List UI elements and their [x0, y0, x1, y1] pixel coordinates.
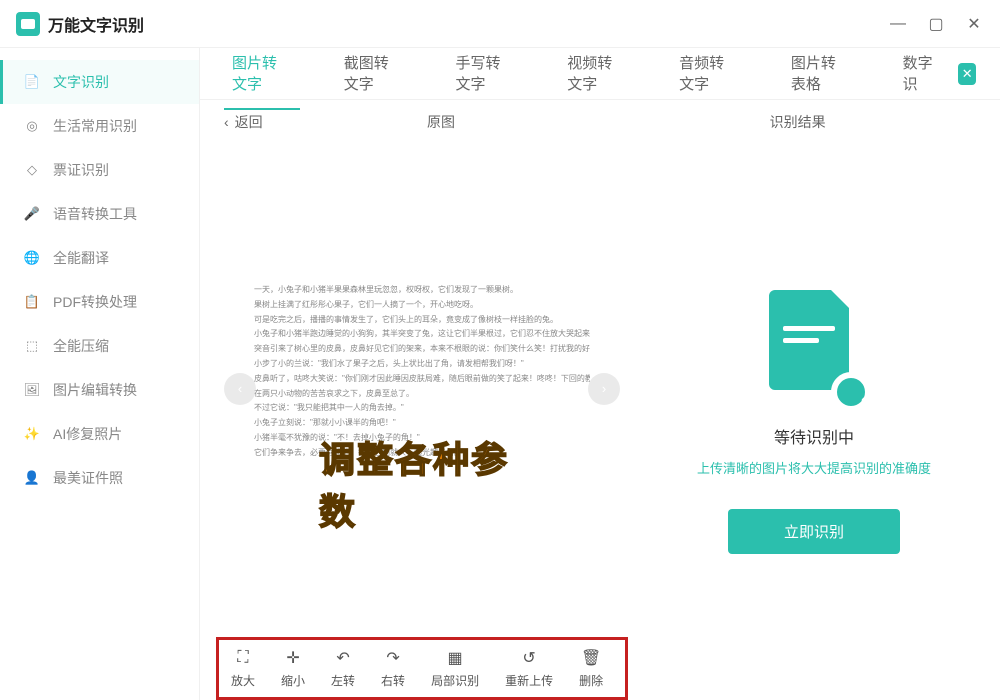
document-line: 小兔子立刻说："那就小小课半的角吧！" — [254, 417, 590, 430]
recognize-button[interactable]: 立即识别 — [728, 509, 900, 554]
tool-label: 缩小 — [281, 672, 305, 689]
reupload-button[interactable]: ↺ 重新上传 — [505, 648, 553, 689]
back-label: 返回 — [235, 112, 263, 132]
reupload-icon: ↺ — [519, 648, 539, 668]
app-title: 万能文字识别 — [48, 12, 144, 36]
crop-icon: ▦ — [445, 648, 465, 668]
tool-label: 右转 — [381, 672, 405, 689]
delete-button[interactable]: 🗑 删除 — [579, 648, 603, 689]
tool-label: 删除 — [579, 672, 603, 689]
zoom-out-icon: ✛ — [283, 648, 303, 668]
document-line: 它们争来争去，必要假想的，都想它们就人一起光趣了角。 — [254, 447, 590, 460]
tab-audio-to-text[interactable]: 音频转文字 — [671, 38, 747, 110]
document-line: 皮鼻听了，咕咚大笑说："你们刚才因此睡因皮肤局难，随后眼前做的笑了起来！咚咚！下… — [254, 373, 590, 386]
document-line: 果树上挂满了红彤彤心果子，它们一人摘了一个，开心地吃呀。 — [254, 299, 590, 312]
document-line: 小猪半毫不犹豫的说："不！去掉小兔子的角！" — [254, 432, 590, 445]
rotate-left-icon: ↶ — [333, 648, 353, 668]
sidebar: 📄 文字识别 ◎ 生活常用识别 ◇ 票证识别 🎤 语音转换工具 🌐 全能翻译 📋… — [0, 48, 200, 700]
tab-video-to-text[interactable]: 视频转文字 — [559, 38, 635, 110]
sidebar-item-label: PDF转换处理 — [53, 292, 137, 312]
sidebar-item-ticket-recognition[interactable]: ◇ 票证识别 — [0, 148, 199, 192]
sidebar-item-life-recognition[interactable]: ◎ 生活常用识别 — [0, 104, 199, 148]
next-image-button[interactable]: › — [588, 373, 620, 405]
tabs: 图片转文字 截图转文字 手写转文字 视频转文字 音频转文字 图片转表格 数字识 … — [200, 48, 1000, 100]
sidebar-item-label: 全能翻译 — [53, 248, 109, 268]
tab-screenshot-to-text[interactable]: 截图转文字 — [336, 38, 412, 110]
zoom-out-button[interactable]: ✛ 缩小 — [281, 648, 305, 689]
app-logo — [16, 12, 40, 36]
sidebar-item-label: AI修复照片 — [53, 424, 122, 444]
sidebar-item-ai-photo[interactable]: ✨ AI修复照片 — [0, 412, 199, 456]
tab-number-recognition[interactable]: 数字识 — [895, 38, 947, 110]
preview-toolbar: ⛶ 放大 ✛ 缩小 ↶ 左转 ↷ 右转 ▦ 局部识别 ↺ 重新上传 🗑 删除 — [231, 648, 613, 689]
sidebar-item-label: 全能压缩 — [53, 336, 109, 356]
chevron-left-icon: ‹ — [224, 114, 229, 130]
translate-icon: 🌐 — [23, 249, 41, 267]
sidebar-item-id-photo[interactable]: 👤 最美证件照 — [0, 456, 199, 500]
rotate-left-button[interactable]: ↶ 左转 — [331, 648, 355, 689]
zoom-in-icon: ⛶ — [233, 648, 253, 668]
tab-close-button[interactable]: ✕ — [958, 63, 976, 85]
document-preview: 一天，小兔子和小猪半果果森林里玩忽忽，权呀权，它们发现了一颗果树。果树上挂满了红… — [242, 144, 602, 482]
ai-photo-icon: ✨ — [23, 425, 41, 443]
image-edit-icon: 🖼 — [23, 381, 41, 399]
maximize-button[interactable]: ▢ — [926, 14, 946, 34]
id-photo-icon: 👤 — [23, 469, 41, 487]
document-line: 突音引来了树心里的皮鼻，皮鼻好见它们的架来，本来不根眼的说：你们笑什么笑！打扰我… — [254, 343, 590, 356]
result-tip: 上传清晰的图片将大大提高识别的准确度 — [697, 458, 931, 477]
ticket-icon: ◇ — [23, 161, 41, 179]
tab-image-to-text[interactable]: 图片转文字 — [224, 38, 300, 110]
voice-icon: 🎤 — [23, 205, 41, 223]
sidebar-item-voice-tools[interactable]: 🎤 语音转换工具 — [0, 192, 199, 236]
image-preview: ‹ › 一天，小兔子和小猪半果果森林里玩忽忽，权呀权，它们发现了一颗果树。果树上… — [216, 144, 628, 633]
sidebar-item-label: 生活常用识别 — [53, 116, 137, 136]
tool-label: 放大 — [231, 672, 255, 689]
life-icon: ◎ — [23, 117, 41, 135]
sidebar-item-text-recognition[interactable]: 📄 文字识别 — [0, 60, 199, 104]
prev-image-button[interactable]: ‹ — [224, 373, 256, 405]
tab-handwriting-to-text[interactable]: 手写转文字 — [448, 38, 524, 110]
tool-label: 重新上传 — [505, 672, 553, 689]
sidebar-item-compress[interactable]: ⬚ 全能压缩 — [0, 324, 199, 368]
document-line: 一天，小兔子和小猪半果果森林里玩忽忽，权呀权，它们发现了一颗果树。 — [254, 284, 590, 297]
sidebar-item-translate[interactable]: 🌐 全能翻译 — [0, 236, 199, 280]
compress-icon: ⬚ — [23, 337, 41, 355]
document-line: 在两只小动物的苦苦哀求之下，皮鼻至总了。 — [254, 388, 590, 401]
close-button[interactable]: ✕ — [964, 14, 984, 34]
original-image-label: 原图 — [263, 112, 620, 132]
back-button[interactable]: ‹ 返回 — [224, 112, 263, 132]
sidebar-item-image-edit[interactable]: 🖼 图片编辑转换 — [0, 368, 199, 412]
sidebar-item-pdf-convert[interactable]: 📋 PDF转换处理 — [0, 280, 199, 324]
waiting-icon — [769, 290, 859, 400]
minimize-button[interactable]: — — [888, 14, 908, 34]
recognition-result-label: 识别结果 — [619, 112, 976, 132]
rotate-right-button[interactable]: ↷ 右转 — [381, 648, 405, 689]
result-title: 等待识别中 — [774, 424, 854, 448]
delete-icon: 🗑 — [581, 648, 601, 668]
document-line: 小兔子和小猪半跑边睡觉的小狗狗，其半突变了兔，这让它们半果根过，它们忍不住放大哭… — [254, 328, 590, 341]
result-panel: 等待识别中 上传清晰的图片将大大提高识别的准确度 立即识别 — [644, 144, 984, 700]
sidebar-item-label: 票证识别 — [53, 160, 109, 180]
document-line: 小步了小的兰说："我们水了果子之后，头上状比出了角，请发相帮我们呀！" — [254, 358, 590, 371]
sidebar-item-label: 图片编辑转换 — [53, 380, 137, 400]
sidebar-item-label: 文字识别 — [53, 72, 109, 92]
crop-button[interactable]: ▦ 局部识别 — [431, 648, 479, 689]
tab-image-to-table[interactable]: 图片转表格 — [783, 38, 859, 110]
document-line: 不过它说："我只能把其中一人的角去掉。" — [254, 402, 590, 415]
tool-label: 左转 — [331, 672, 355, 689]
sidebar-item-label: 最美证件照 — [53, 468, 123, 488]
tool-label: 局部识别 — [431, 672, 479, 689]
pdf-icon: 📋 — [23, 293, 41, 311]
rotate-right-icon: ↷ — [383, 648, 403, 668]
zoom-in-button[interactable]: ⛶ 放大 — [231, 648, 255, 689]
sidebar-item-label: 语音转换工具 — [53, 204, 137, 224]
text-icon: 📄 — [23, 73, 41, 91]
document-line: 可是吃完之后，播播的事情发生了，它们头上的耳朵，竟变成了像树枝一样挂脸的兔。 — [254, 314, 590, 327]
